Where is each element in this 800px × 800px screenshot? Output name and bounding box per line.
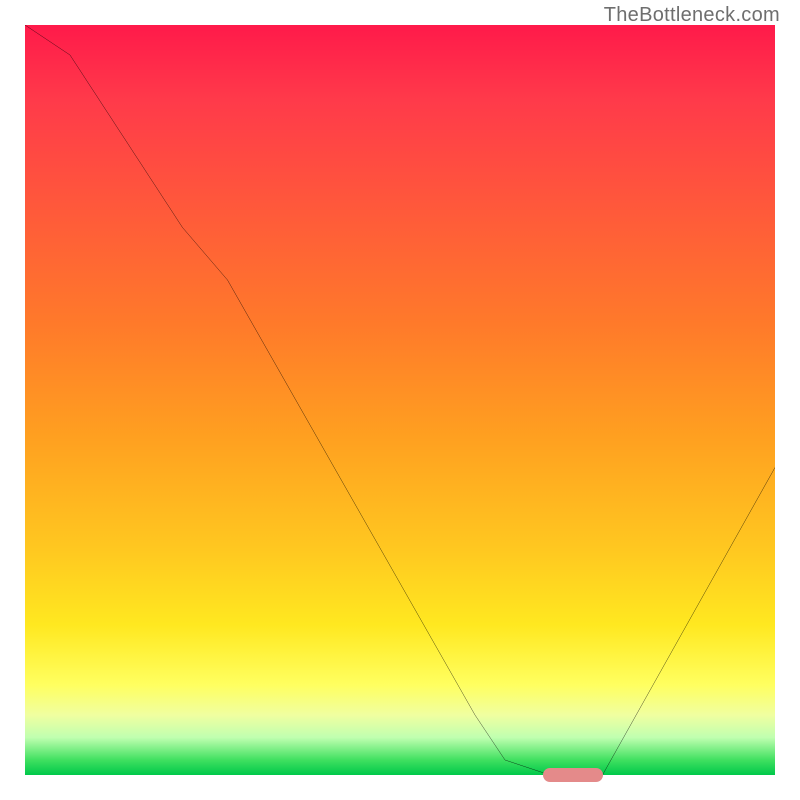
chart-svg — [25, 25, 775, 775]
optimal-range-marker — [543, 768, 603, 782]
chart-plot-area — [25, 25, 775, 775]
bottleneck-curve-line — [25, 25, 775, 775]
watermark-text: TheBottleneck.com — [604, 4, 780, 27]
